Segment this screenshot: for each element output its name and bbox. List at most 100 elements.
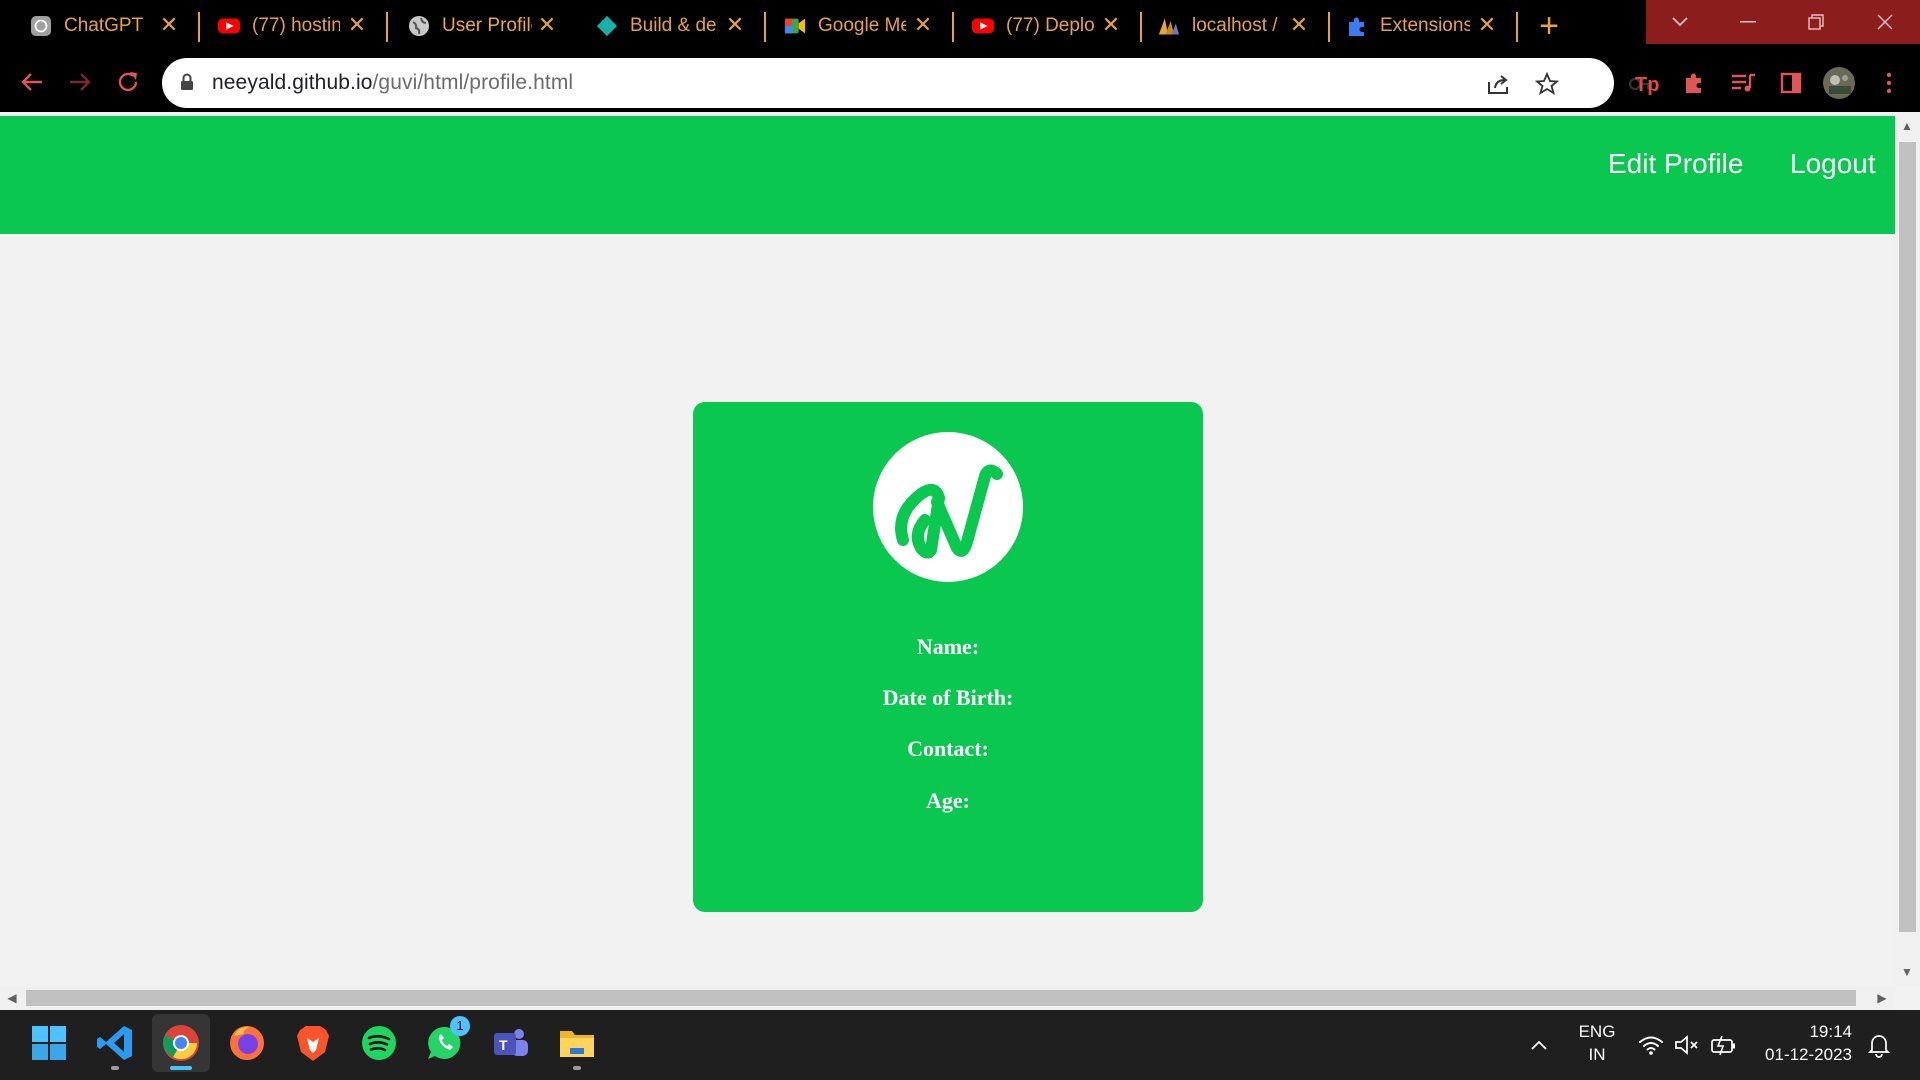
close-window-button[interactable]: [1850, 0, 1920, 44]
contact-label: Contact:: [907, 736, 989, 761]
n-logo-icon: [873, 432, 1023, 582]
tab-title: Extensions: [1380, 15, 1470, 36]
close-icon: [1877, 14, 1893, 30]
phpmyadmin-icon: [1158, 15, 1180, 37]
close-icon[interactable]: ✕: [1476, 12, 1498, 37]
file-explorer-icon[interactable]: [548, 1014, 606, 1072]
language-code: ENG: [1578, 1022, 1616, 1041]
clock[interactable]: 19:14 01-12-2023: [1756, 1022, 1852, 1065]
battery-charging-icon[interactable]: [1710, 1034, 1738, 1056]
tab-localhost[interactable]: localhost / ✕: [1142, 0, 1330, 52]
close-icon[interactable]: ✕: [1100, 12, 1122, 37]
tab-youtube-hosting[interactable]: (77) hosting ✕: [200, 0, 388, 52]
minimize-button[interactable]: [1714, 0, 1782, 44]
new-tab-button[interactable]: +: [1532, 9, 1566, 44]
tab-chatgpt[interactable]: ChatGPT ✕: [0, 0, 200, 52]
reload-button[interactable]: [112, 66, 144, 98]
render-icon: [596, 15, 618, 37]
edit-profile-link[interactable]: Edit Profile: [1608, 148, 1743, 180]
close-icon[interactable]: ✕: [912, 12, 934, 37]
whatsapp-icon[interactable]: 1: [416, 1014, 474, 1072]
running-indicator: [111, 1066, 119, 1070]
minimize-icon: [1740, 21, 1756, 23]
spotify-icon[interactable]: [350, 1014, 408, 1072]
scroll-left-icon[interactable]: ◀: [2, 988, 22, 1008]
firefox-icon[interactable]: [218, 1014, 276, 1072]
reload-icon: [118, 72, 138, 92]
tab-build-deploy[interactable]: Build & deploy ✕: [578, 0, 766, 52]
profile-card: Name: Date of Birth: Contact: Age:: [693, 402, 1203, 912]
url-host: neeyald.github.io: [212, 71, 373, 94]
start-icon[interactable]: [20, 1014, 78, 1072]
tab-strip: ChatGPT ✕ (77) hosting ✕ User Profile ✕ …: [0, 0, 1920, 52]
address-bar[interactable]: neeyald.github.io/guvi/html/profile.html: [162, 58, 1653, 108]
notification-badge: 1: [450, 1016, 470, 1036]
scroll-up-icon[interactable]: ▲: [1897, 116, 1917, 136]
vertical-scrollbar[interactable]: ▲ ▼: [1895, 112, 1920, 986]
vscode-icon[interactable]: [86, 1014, 144, 1072]
tab-google-meet[interactable]: Google Meet ✕: [766, 0, 954, 52]
wifi-icon[interactable]: [1638, 1034, 1664, 1056]
url-text: neeyald.github.io/guvi/html/profile.html: [212, 71, 573, 95]
show-hidden-icons-chevron-up-icon[interactable]: [1526, 1032, 1552, 1058]
star-icon[interactable]: [1534, 71, 1560, 97]
scroll-right-icon[interactable]: ▶: [1872, 988, 1892, 1008]
tab-youtube-deploy[interactable]: (77) Deploy ✕: [954, 0, 1142, 52]
restore-button[interactable]: [1782, 0, 1850, 44]
tab-separator: [1516, 12, 1518, 42]
tab-search-button[interactable]: [1646, 0, 1714, 44]
tab-title: (77) hosting: [252, 15, 340, 36]
globe-icon: [408, 15, 430, 37]
youtube-icon: [218, 15, 240, 37]
teams-icon[interactable]: T: [482, 1014, 540, 1072]
tab-title: ChatGPT: [64, 15, 144, 36]
chevron-down-icon: [1672, 17, 1688, 27]
scroll-down-icon[interactable]: ▼: [1897, 962, 1917, 982]
url-path: /guvi/html/profile.html: [372, 71, 574, 94]
forward-button[interactable]: [64, 66, 96, 98]
close-icon[interactable]: ✕: [724, 12, 746, 37]
chatgpt-icon: [30, 15, 52, 37]
horizontal-scrollbar[interactable]: ◀ ▶: [0, 986, 1895, 1010]
vertical-scroll-thumb[interactable]: [1899, 142, 1916, 932]
restore-icon: [1808, 14, 1824, 30]
youtube-icon: [972, 15, 994, 37]
horizontal-scroll-thumb[interactable]: [26, 990, 1856, 1006]
tab-title: localhost /: [1192, 15, 1278, 36]
extensions-puzzle-icon[interactable]: [1680, 68, 1710, 98]
name-label: Name:: [916, 634, 980, 659]
date-text: 01-12-2023: [1765, 1045, 1852, 1064]
chrome-icon[interactable]: [152, 1014, 210, 1072]
tab-title: (77) Deploy: [1006, 15, 1094, 36]
extension-tp-icon[interactable]: Tp: [1632, 68, 1662, 98]
close-icon[interactable]: ✕: [158, 12, 180, 37]
tab-title: User Profile: [442, 15, 532, 36]
tab-title: Google Meet: [818, 15, 906, 36]
tab-user-profile[interactable]: User Profile ✕: [388, 0, 578, 52]
close-icon[interactable]: ✕: [536, 12, 558, 37]
dob-label: Date of Birth:: [882, 685, 1014, 710]
back-button[interactable]: [16, 66, 48, 98]
region-code: IN: [1588, 1045, 1606, 1064]
notification-bell-icon[interactable]: [1866, 1032, 1892, 1058]
close-icon[interactable]: ✕: [346, 12, 368, 37]
svg-text:T: T: [499, 1037, 508, 1053]
media-control-icon[interactable]: [1728, 68, 1758, 98]
more-menu-icon[interactable]: [1874, 68, 1904, 98]
arrow-right-icon: [70, 73, 91, 91]
age-label: Age:: [926, 788, 970, 813]
share-icon[interactable]: [1486, 71, 1512, 97]
profile-avatar[interactable]: [1822, 66, 1856, 100]
site-header: Edit Profile Logout: [0, 116, 1895, 234]
brave-icon[interactable]: [284, 1014, 342, 1072]
side-panel-icon[interactable]: [1776, 68, 1806, 98]
logout-link[interactable]: Logout: [1790, 148, 1876, 180]
language-indicator[interactable]: ENG IN: [1572, 1022, 1622, 1065]
puzzle-icon: [1346, 15, 1368, 37]
running-indicator: [573, 1066, 581, 1070]
svg-text:Tp: Tp: [1635, 74, 1659, 95]
close-icon[interactable]: ✕: [1288, 12, 1310, 37]
page-viewport: Edit Profile Logout Name: Date of Birth:…: [0, 112, 1895, 986]
tab-extensions[interactable]: Extensions ✕: [1330, 0, 1518, 52]
volume-muted-icon[interactable]: [1674, 1034, 1700, 1056]
